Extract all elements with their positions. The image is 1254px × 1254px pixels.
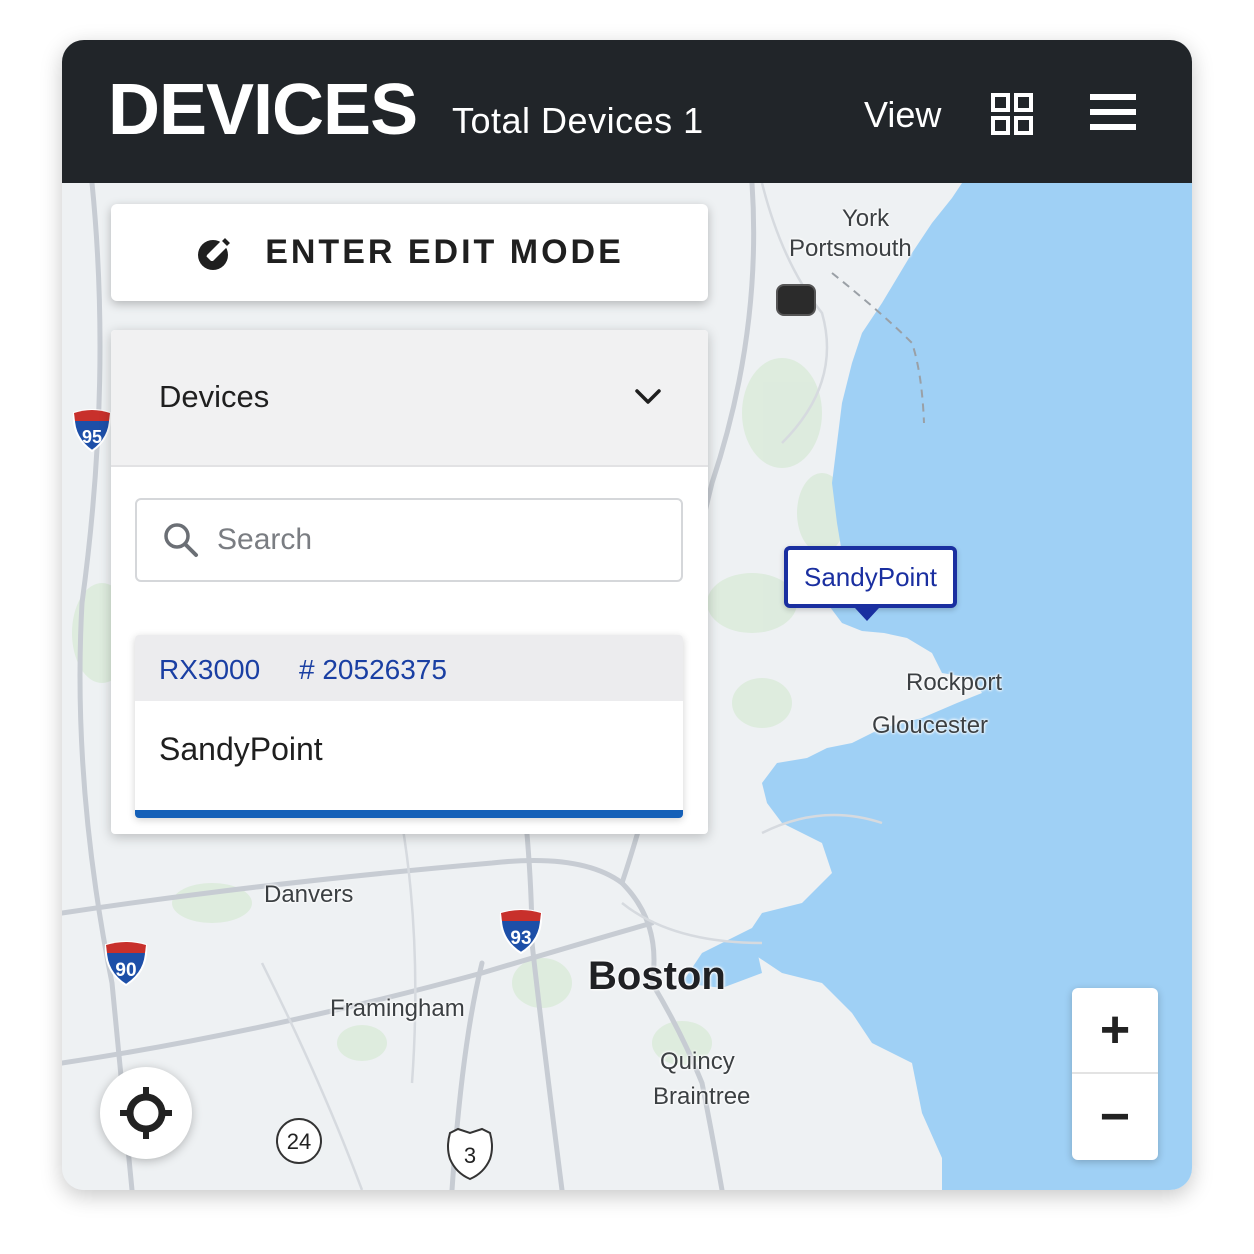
device-serial: # 20526375: [299, 654, 447, 685]
map-label-york: York: [842, 205, 890, 232]
map-label-gloucester: Gloucester: [872, 712, 989, 739]
device-selected-indicator: [135, 810, 683, 818]
hamburger-menu-icon[interactable]: [1090, 92, 1136, 132]
enter-edit-mode-label: ENTER EDIT MODE: [265, 233, 624, 271]
svg-text:24: 24: [287, 1129, 311, 1154]
interstate-93-shield: 93: [499, 909, 543, 960]
device-search-input[interactable]: [217, 514, 657, 566]
enter-edit-mode-button[interactable]: ENTER EDIT MODE: [111, 204, 708, 301]
route-24-shield: 24: [274, 1116, 324, 1171]
interstate-90-shield: 90: [104, 941, 148, 992]
us-route-3-shield: 3: [444, 1127, 496, 1186]
my-location-icon: [120, 1087, 172, 1139]
devices-dropdown[interactable]: Devices: [111, 330, 708, 467]
map-poi-marker[interactable]: [776, 284, 816, 316]
device-card-header: RX3000 # 20526375: [135, 635, 683, 701]
edit-mode-icon: [198, 235, 233, 270]
zoom-out-button[interactable]: −: [1072, 1074, 1158, 1160]
map-label-rockport: Rockport: [906, 669, 1003, 696]
my-location-button[interactable]: [100, 1067, 192, 1159]
map-label-danvers: Danvers: [264, 881, 354, 908]
app-header: DEVICES Total Devices 1 View: [62, 40, 1192, 183]
devices-panel: Devices RX3000 # 20526375 SandyPoint: [111, 330, 708, 834]
zoom-controls: + −: [1072, 988, 1158, 1160]
page-title: DEVICES: [108, 70, 418, 150]
map-label-boston: Boston: [588, 954, 726, 998]
interstate-95-shield: 95: [72, 409, 112, 458]
view-toggle-label[interactable]: View: [864, 92, 941, 138]
total-devices-count: Total Devices 1: [452, 100, 704, 141]
svg-text:3: 3: [464, 1143, 476, 1168]
svg-text:90: 90: [115, 960, 136, 981]
map-label-framingham: Framingham: [330, 995, 465, 1022]
devices-app: DEVICES Total Devices 1 View York Portsm…: [62, 40, 1192, 1190]
device-search-box: [135, 498, 683, 582]
device-marker-label: SandyPoint: [804, 561, 937, 592]
svg-text:93: 93: [510, 928, 531, 949]
map-label-braintree: Braintree: [653, 1083, 751, 1110]
grid-view-icon[interactable]: [990, 92, 1034, 136]
device-marker-pointer: [855, 608, 879, 621]
device-map-marker[interactable]: SandyPoint: [784, 546, 957, 608]
device-model: RX3000: [159, 654, 261, 685]
map-label-quincy: Quincy: [660, 1048, 735, 1075]
map-label-portsmouth: Portsmouth: [789, 235, 912, 262]
chevron-down-icon: [635, 389, 661, 404]
device-list-item[interactable]: RX3000 # 20526375 SandyPoint: [135, 635, 683, 818]
device-name: SandyPoint: [159, 731, 323, 767]
search-icon: [164, 523, 198, 557]
svg-text:95: 95: [82, 427, 102, 447]
zoom-in-button[interactable]: +: [1072, 988, 1158, 1074]
devices-dropdown-label: Devices: [159, 379, 270, 414]
